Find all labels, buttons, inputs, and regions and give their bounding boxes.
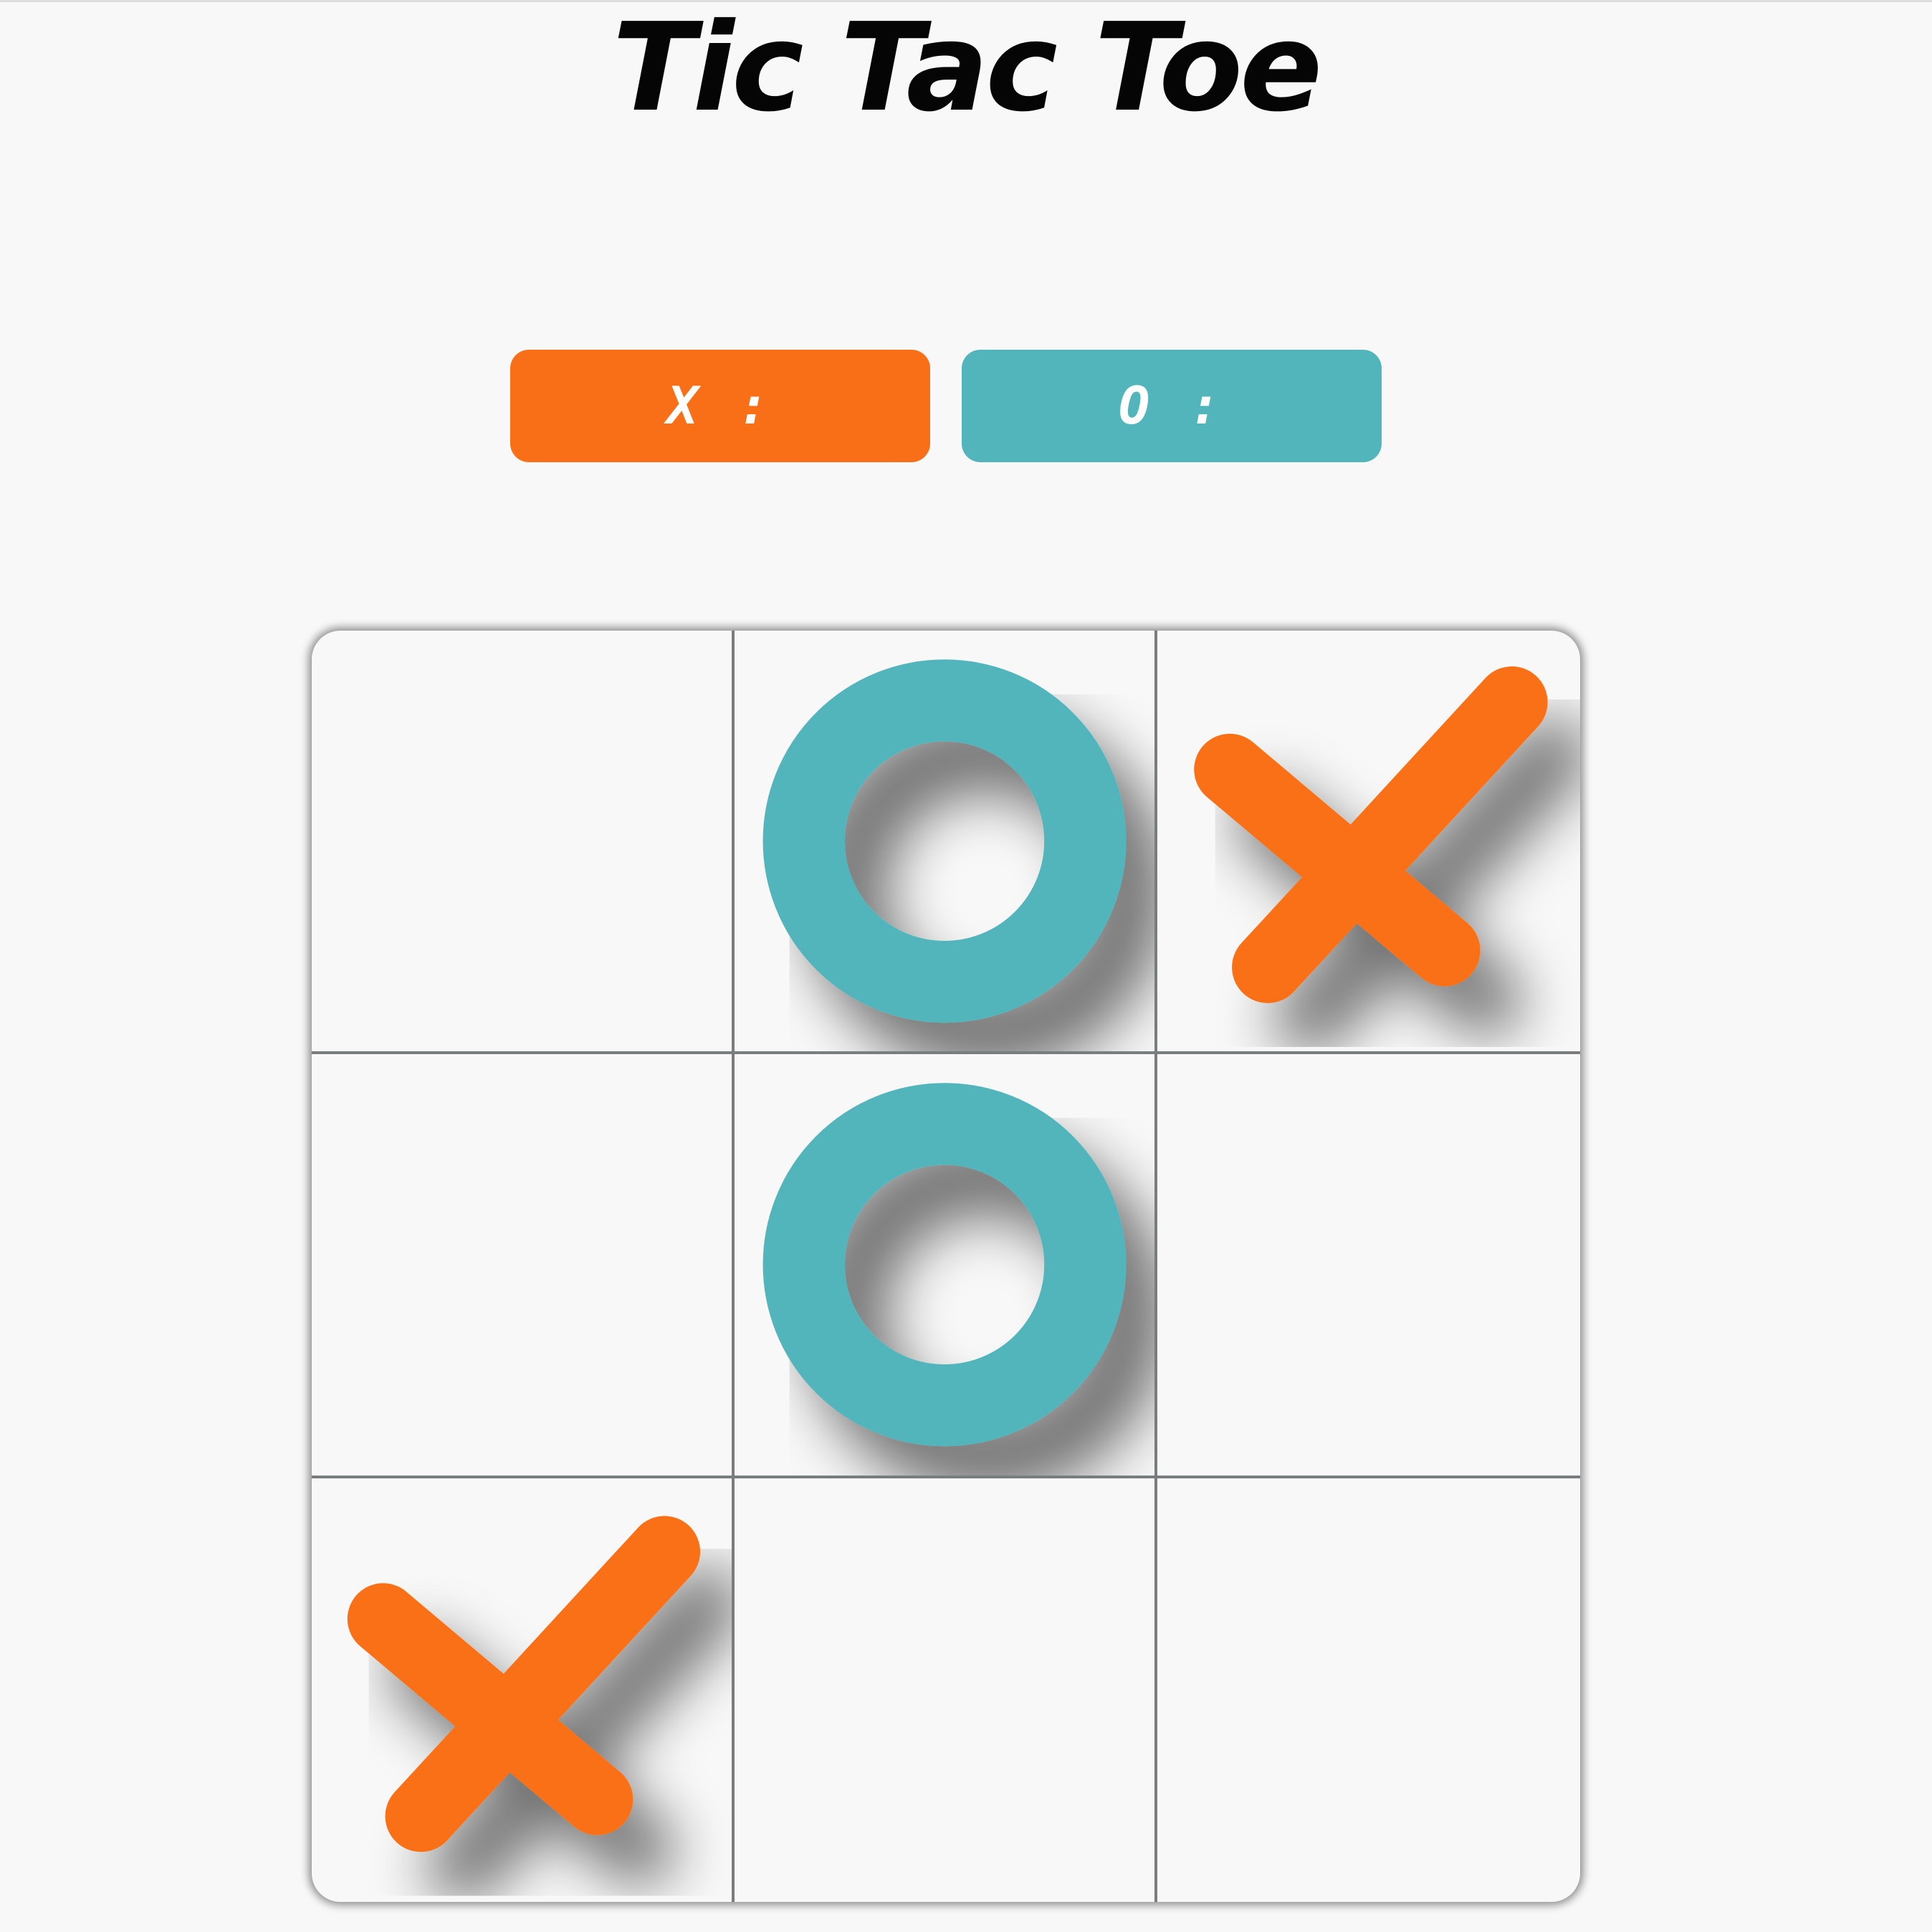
score-o-badge: O :: [962, 350, 1382, 462]
game-board: [312, 631, 1580, 1902]
o-mark-icon: [735, 1054, 1154, 1475]
board-cell-2-1[interactable]: [735, 1478, 1157, 1902]
score-x-badge: X :: [510, 350, 930, 462]
board-cell-0-1[interactable]: [735, 631, 1157, 1055]
o-mark-icon: [735, 631, 1154, 1051]
board-cell-0-2[interactable]: [1157, 631, 1580, 1055]
board-cell-1-2[interactable]: [1157, 1054, 1580, 1478]
board-cell-1-0[interactable]: [312, 1054, 735, 1478]
x-mark-icon: [1157, 631, 1580, 1051]
board-cell-1-1[interactable]: [735, 1054, 1157, 1478]
board-cell-0-0[interactable]: [312, 631, 735, 1055]
game-page: Tic Tac Toe X : O :: [0, 0, 1932, 1932]
board-cell-2-0[interactable]: [312, 1478, 735, 1902]
board-cell-2-2[interactable]: [1157, 1478, 1580, 1902]
x-mark-icon: [312, 1478, 732, 1902]
page-title: Tic Tac Toe: [612, 0, 1323, 139]
